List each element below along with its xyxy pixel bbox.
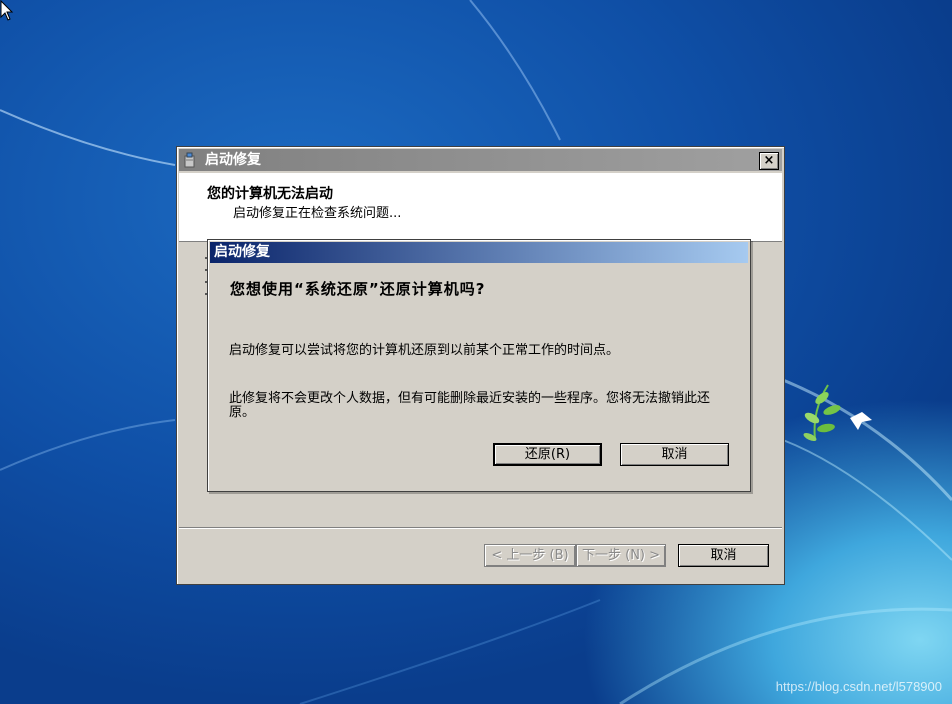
arrow-cursor-icon [0, 0, 14, 21]
dialog-titlebar[interactable]: 启动修复 [210, 242, 748, 263]
header-title: 您的计算机无法启动 [207, 186, 333, 202]
back-button[interactable]: < 上一步 (B) [484, 544, 576, 567]
dialog-warning: 此修复将不会更改个人数据，但有可能删除最近安装的一些程序。您将无法撤销此还原。 [229, 391, 711, 420]
close-icon[interactable]: × [759, 152, 779, 170]
main-window-title: 启动修复 [205, 152, 261, 168]
watermark-text: https://blog.csdn.net/l578900 [775, 679, 942, 694]
dialog-title: 启动修复 [214, 244, 270, 260]
system-restore-dialog: 启动修复 您想使用“系统还原”还原计算机吗? 启动修复可以尝试将您的计算机还原到… [207, 239, 751, 492]
dialog-description: 启动修复可以尝试将您的计算机还原到以前某个正常工作的时间点。 [229, 343, 620, 358]
dialog-cancel-button[interactable]: 取消 [620, 443, 729, 466]
wizard-header: 您的计算机无法启动 启动修复正在检查系统问题... [179, 173, 782, 242]
restore-button[interactable]: 还原(R) [493, 443, 602, 466]
startup-repair-icon [184, 152, 195, 168]
cancel-button[interactable]: 取消 [678, 544, 769, 567]
dialog-question: 您想使用“系统还原”还原计算机吗? [230, 280, 486, 298]
main-titlebar[interactable]: 启动修复 × [179, 149, 782, 171]
next-button[interactable]: 下一步 (N) > [576, 544, 666, 567]
header-subtitle: 启动修复正在检查系统问题... [233, 206, 402, 221]
footer-separator [179, 527, 782, 529]
